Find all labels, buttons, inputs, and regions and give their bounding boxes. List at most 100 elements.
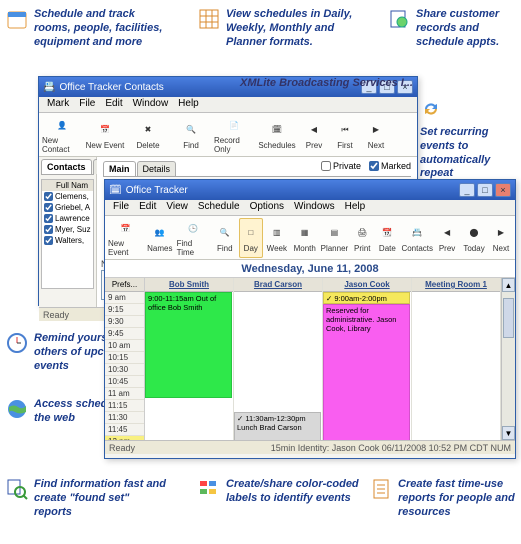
- time-slot: 10 am: [105, 340, 144, 352]
- time-column: Prefs... 9 am9:159:309:4510 am10:1510:30…: [105, 278, 145, 440]
- list-item[interactable]: Clemens,: [42, 191, 93, 202]
- tracker-menubar: File Edit View Schedule Options Windows …: [105, 200, 515, 216]
- time-slot: 9:15: [105, 304, 144, 316]
- print-button[interactable]: 🖨Print: [350, 218, 374, 258]
- private-checkbox[interactable]: Private: [321, 161, 361, 171]
- menu-edit[interactable]: Edit: [101, 97, 126, 112]
- feature-recurring: Set recurring events to automatically re…: [420, 98, 510, 181]
- schedules-button[interactable]: 🗓Schedules: [256, 115, 298, 155]
- minimize-button[interactable]: _: [459, 183, 475, 197]
- menu-help[interactable]: Help: [174, 97, 203, 112]
- menu-schedule[interactable]: Schedule: [194, 200, 244, 215]
- event-brad[interactable]: ✓ 11:30am-12:30pm Lunch Brad Carson: [234, 412, 321, 440]
- close-button[interactable]: ×: [495, 183, 511, 197]
- app-icon: 🗓: [109, 185, 122, 196]
- prefs-button[interactable]: Prefs...: [105, 278, 144, 292]
- find-icon: [6, 478, 28, 500]
- prev-button[interactable]: ◀Prev: [435, 218, 459, 258]
- column-bob[interactable]: Bob Smith 9:00-11:15am Out of office Bob…: [145, 278, 234, 440]
- planner-button[interactable]: ▤Planner: [320, 218, 350, 258]
- scroll-up-button[interactable]: ▲: [502, 278, 515, 292]
- scroll-thumb[interactable]: [503, 298, 514, 338]
- find-button[interactable]: 🔍Find: [212, 218, 238, 258]
- status-ready: Ready: [109, 443, 135, 453]
- new-contact-button[interactable]: 👤New Contact: [41, 115, 83, 155]
- next-button[interactable]: ▶Next: [361, 115, 391, 155]
- time-slot: 11:15: [105, 400, 144, 412]
- vertical-scrollbar[interactable]: ▲ ▼: [501, 278, 515, 440]
- status-right: 15min Identity: Jason Cook 06/11/2008 10…: [271, 443, 511, 453]
- names-button[interactable]: 👥Names: [145, 218, 175, 258]
- list-item[interactable]: Lawrence: [42, 213, 93, 224]
- tab-details[interactable]: Details: [137, 161, 177, 176]
- list-item[interactable]: Griebel, A: [42, 202, 93, 213]
- feature-reports: Create fast time-use reports for people …: [370, 478, 521, 519]
- tab-main[interactable]: Main: [103, 161, 136, 176]
- menu-mark[interactable]: Mark: [43, 97, 73, 112]
- event-jason-head[interactable]: ✓ 9:00am-2:00pm: [323, 292, 410, 304]
- schedule-grid: Prefs... 9 am9:159:309:4510 am10:1510:30…: [105, 278, 515, 440]
- menu-file[interactable]: File: [75, 97, 99, 112]
- event-bob[interactable]: 9:00-11:15am Out of office Bob Smith: [145, 292, 232, 398]
- globe-icon: [6, 398, 28, 420]
- event-jason[interactable]: Reserved for administrative. Jason Cook,…: [323, 304, 410, 440]
- new-event-button[interactable]: 📅New Event: [84, 115, 126, 155]
- tracker-window: 🗓Office Tracker _ □ × File Edit View Sch…: [104, 179, 516, 459]
- contacts-toolbar: 👤New Contact 📅New Event ✖Delete 🔍Find 📄R…: [39, 113, 417, 157]
- today-button[interactable]: ⬤Today: [460, 218, 488, 258]
- calendar-icon: [6, 8, 28, 30]
- feature-labels: Create/share color-coded labels to ident…: [198, 478, 361, 506]
- marked-checkbox[interactable]: Marked: [369, 161, 411, 171]
- contact-heading: XMLite Broadcasting Services I...: [240, 77, 413, 89]
- week-button[interactable]: ▥Week: [264, 218, 290, 258]
- record-icon: [388, 8, 410, 30]
- prev-button[interactable]: ◀Prev: [299, 115, 329, 155]
- delete-button[interactable]: ✖Delete: [127, 115, 169, 155]
- maximize-button[interactable]: □: [477, 183, 493, 197]
- new-event-button[interactable]: 📅New Event: [107, 218, 144, 258]
- contact-list[interactable]: Full Nam Clemens, Griebel, A Lawrence My…: [41, 179, 94, 289]
- clock-icon: [6, 332, 28, 354]
- date-button[interactable]: 📆Date: [375, 218, 399, 258]
- day-button[interactable]: □Day: [239, 218, 263, 258]
- column-brad[interactable]: Brad Carson ✓ 11:30am-12:30pm Lunch Brad…: [234, 278, 323, 440]
- contacts-button[interactable]: 📇Contacts: [400, 218, 434, 258]
- menu-view[interactable]: View: [162, 200, 192, 215]
- menu-window[interactable]: Window: [129, 97, 173, 112]
- first-button[interactable]: ⏮First: [330, 115, 360, 155]
- list-item[interactable]: Walters,: [42, 235, 93, 246]
- next-button[interactable]: ▶Next: [489, 218, 513, 258]
- status-text: Ready: [43, 310, 69, 320]
- report-icon: [370, 478, 392, 500]
- tab-contacts[interactable]: Contacts: [41, 159, 92, 174]
- find-button[interactable]: 🔍Find: [170, 115, 212, 155]
- menu-file[interactable]: File: [109, 200, 133, 215]
- tracker-titlebar[interactable]: 🗓Office Tracker _ □ ×: [105, 180, 515, 200]
- time-slot: 11:30: [105, 412, 144, 424]
- contacts-menubar: Mark File Edit Window Help: [39, 97, 417, 113]
- column-meeting-room[interactable]: Meeting Room 1: [412, 278, 501, 440]
- labels-icon: [198, 478, 220, 500]
- month-button[interactable]: ▦Month: [291, 218, 319, 258]
- time-slot: 11:45: [105, 424, 144, 436]
- tracker-toolbar: 📅New Event 👥Names 🕒Find Time 🔍Find □Day …: [105, 216, 515, 260]
- time-slot: 9:45: [105, 328, 144, 340]
- time-slot: 9 am: [105, 292, 144, 304]
- column-jason[interactable]: Jason Cook ✓ 9:00am-2:00pm Reserved for …: [323, 278, 412, 440]
- refresh-icon: [420, 98, 442, 120]
- menu-edit[interactable]: Edit: [135, 200, 160, 215]
- list-item[interactable]: Myer, Suz: [42, 224, 93, 235]
- app-icon: 📇: [43, 82, 55, 93]
- feature-schedule-track: Schedule and track rooms, people, facili…: [6, 8, 169, 49]
- find-time-button[interactable]: 🕒Find Time: [176, 218, 211, 258]
- record-only-button[interactable]: 📄Record Only: [213, 115, 255, 155]
- time-slot: 10:15: [105, 352, 144, 364]
- time-slot: 11 am: [105, 388, 144, 400]
- menu-help[interactable]: Help: [341, 200, 370, 215]
- menu-windows[interactable]: Windows: [290, 200, 339, 215]
- scroll-down-button[interactable]: ▼: [502, 426, 515, 440]
- date-header: Wednesday, June 11, 2008: [105, 260, 515, 278]
- feature-view-formats: View schedules in Daily, Weekly, Monthly…: [198, 8, 361, 49]
- menu-options[interactable]: Options: [246, 200, 288, 215]
- time-slot: 10:30: [105, 364, 144, 376]
